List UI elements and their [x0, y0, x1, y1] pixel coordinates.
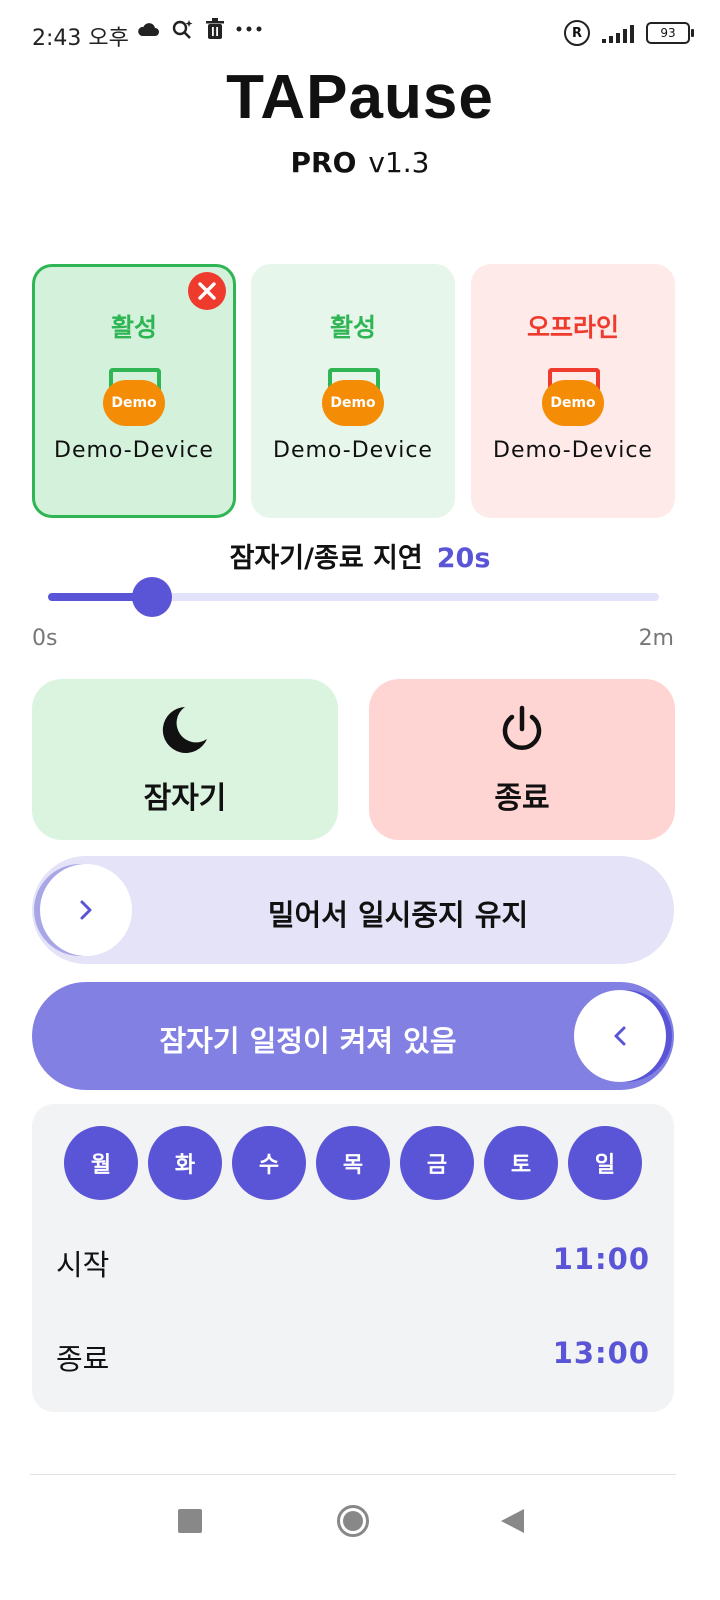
day-button-fri[interactable]: 금: [400, 1126, 474, 1200]
edition-label: PRO: [290, 146, 357, 179]
delay-label-row: 잠자기/종료 지연 20s: [0, 536, 720, 575]
device-status: 활성: [110, 313, 157, 342]
shutdown-label: 종료: [494, 781, 550, 816]
status-time: 2:43 오후: [32, 26, 129, 51]
swipe-keep-pause-slider[interactable]: 밀어서 일시중지 유지: [32, 856, 674, 964]
day-button-thu[interactable]: 목: [316, 1126, 390, 1200]
day-button-tue[interactable]: 화: [148, 1126, 222, 1200]
day-button-sun[interactable]: 일: [568, 1126, 642, 1200]
recents-button[interactable]: [178, 1509, 202, 1533]
device-badge: Demo: [542, 380, 604, 426]
weekday-selector: 월 화 수 목 금 토 일: [64, 1126, 642, 1200]
battery-icon: 93: [646, 22, 694, 44]
cloud-icon: [138, 23, 159, 36]
version-label: v1.3: [368, 146, 430, 179]
start-time-value[interactable]: 11:00: [553, 1242, 650, 1276]
day-button-wed[interactable]: 수: [232, 1126, 306, 1200]
battery-level: 93: [660, 26, 676, 40]
start-time-row[interactable]: 시작 11:00: [56, 1242, 650, 1286]
slider-min-label: 0s: [32, 626, 58, 651]
device-card-2[interactable]: 활성 Demo Demo-Device: [251, 264, 455, 518]
chevron-left-icon: [614, 1026, 626, 1046]
back-button[interactable]: [498, 1507, 526, 1535]
app-title: TAPause: [226, 63, 494, 132]
end-time-row[interactable]: 종료 13:00: [56, 1336, 650, 1380]
more-dots-icon: [236, 26, 262, 32]
home-button[interactable]: [336, 1504, 370, 1538]
chevron-right-icon: [80, 900, 92, 920]
shutdown-button[interactable]: 종료: [369, 679, 675, 840]
device-icon: Demo: [102, 366, 166, 430]
end-label: 종료: [56, 1342, 110, 1376]
delay-slider-thumb[interactable]: [132, 577, 172, 617]
status-right-icons: R 93: [564, 20, 694, 46]
swipe-handle[interactable]: [40, 864, 132, 956]
delay-value: 20s: [436, 543, 491, 574]
power-icon: [502, 705, 542, 750]
schedule-panel: 월 화 수 목 금 토 일 시작 11:00 종료 13:00: [32, 1104, 674, 1412]
home-circle-icon: [337, 1505, 369, 1537]
nav-divider: [30, 1474, 676, 1475]
device-card-3[interactable]: 오프라인 Demo Demo-Device: [471, 264, 675, 518]
registered-icon: R: [564, 20, 590, 46]
version-row: PRO v1.3: [0, 146, 720, 179]
sleep-label: 잠자기: [143, 781, 227, 816]
delay-label: 잠자기/종료 지연: [229, 543, 423, 574]
day-button-mon[interactable]: 월: [64, 1126, 138, 1200]
slider-max-label: 2m: [638, 626, 674, 651]
device-badge: Demo: [322, 380, 384, 426]
day-button-sat[interactable]: 토: [484, 1126, 558, 1200]
device-name: Demo-Device: [54, 438, 214, 463]
end-time-value[interactable]: 13:00: [553, 1336, 650, 1370]
close-icon: [198, 282, 216, 300]
remove-device-button[interactable]: [188, 272, 226, 310]
start-label: 시작: [56, 1248, 110, 1282]
device-status: 활성: [329, 313, 376, 342]
status-notification-icons: [136, 18, 262, 40]
signal-icon: [602, 23, 634, 43]
swipe-text: 밀어서 일시중지 유지: [267, 898, 529, 932]
back-triangle-icon: [501, 1509, 524, 1533]
search-sparkle-icon: [172, 20, 193, 39]
sleep-button[interactable]: 잠자기: [32, 679, 338, 840]
moon-icon: [162, 707, 207, 753]
trash-icon: [206, 18, 224, 39]
device-badge: Demo: [103, 380, 165, 426]
schedule-toggle-text: 잠자기 일정이 켜져 있음: [159, 1024, 457, 1058]
device-status: 오프라인: [526, 313, 619, 342]
device-icon: Demo: [541, 366, 605, 430]
device-icon: Demo: [321, 366, 385, 430]
device-name: Demo-Device: [493, 438, 653, 463]
sleep-schedule-toggle[interactable]: 잠자기 일정이 켜져 있음: [32, 982, 674, 1090]
schedule-toggle-handle[interactable]: [574, 990, 666, 1082]
status-bar: 2:43 오후 R 93: [0, 0, 720, 66]
device-name: Demo-Device: [273, 438, 433, 463]
